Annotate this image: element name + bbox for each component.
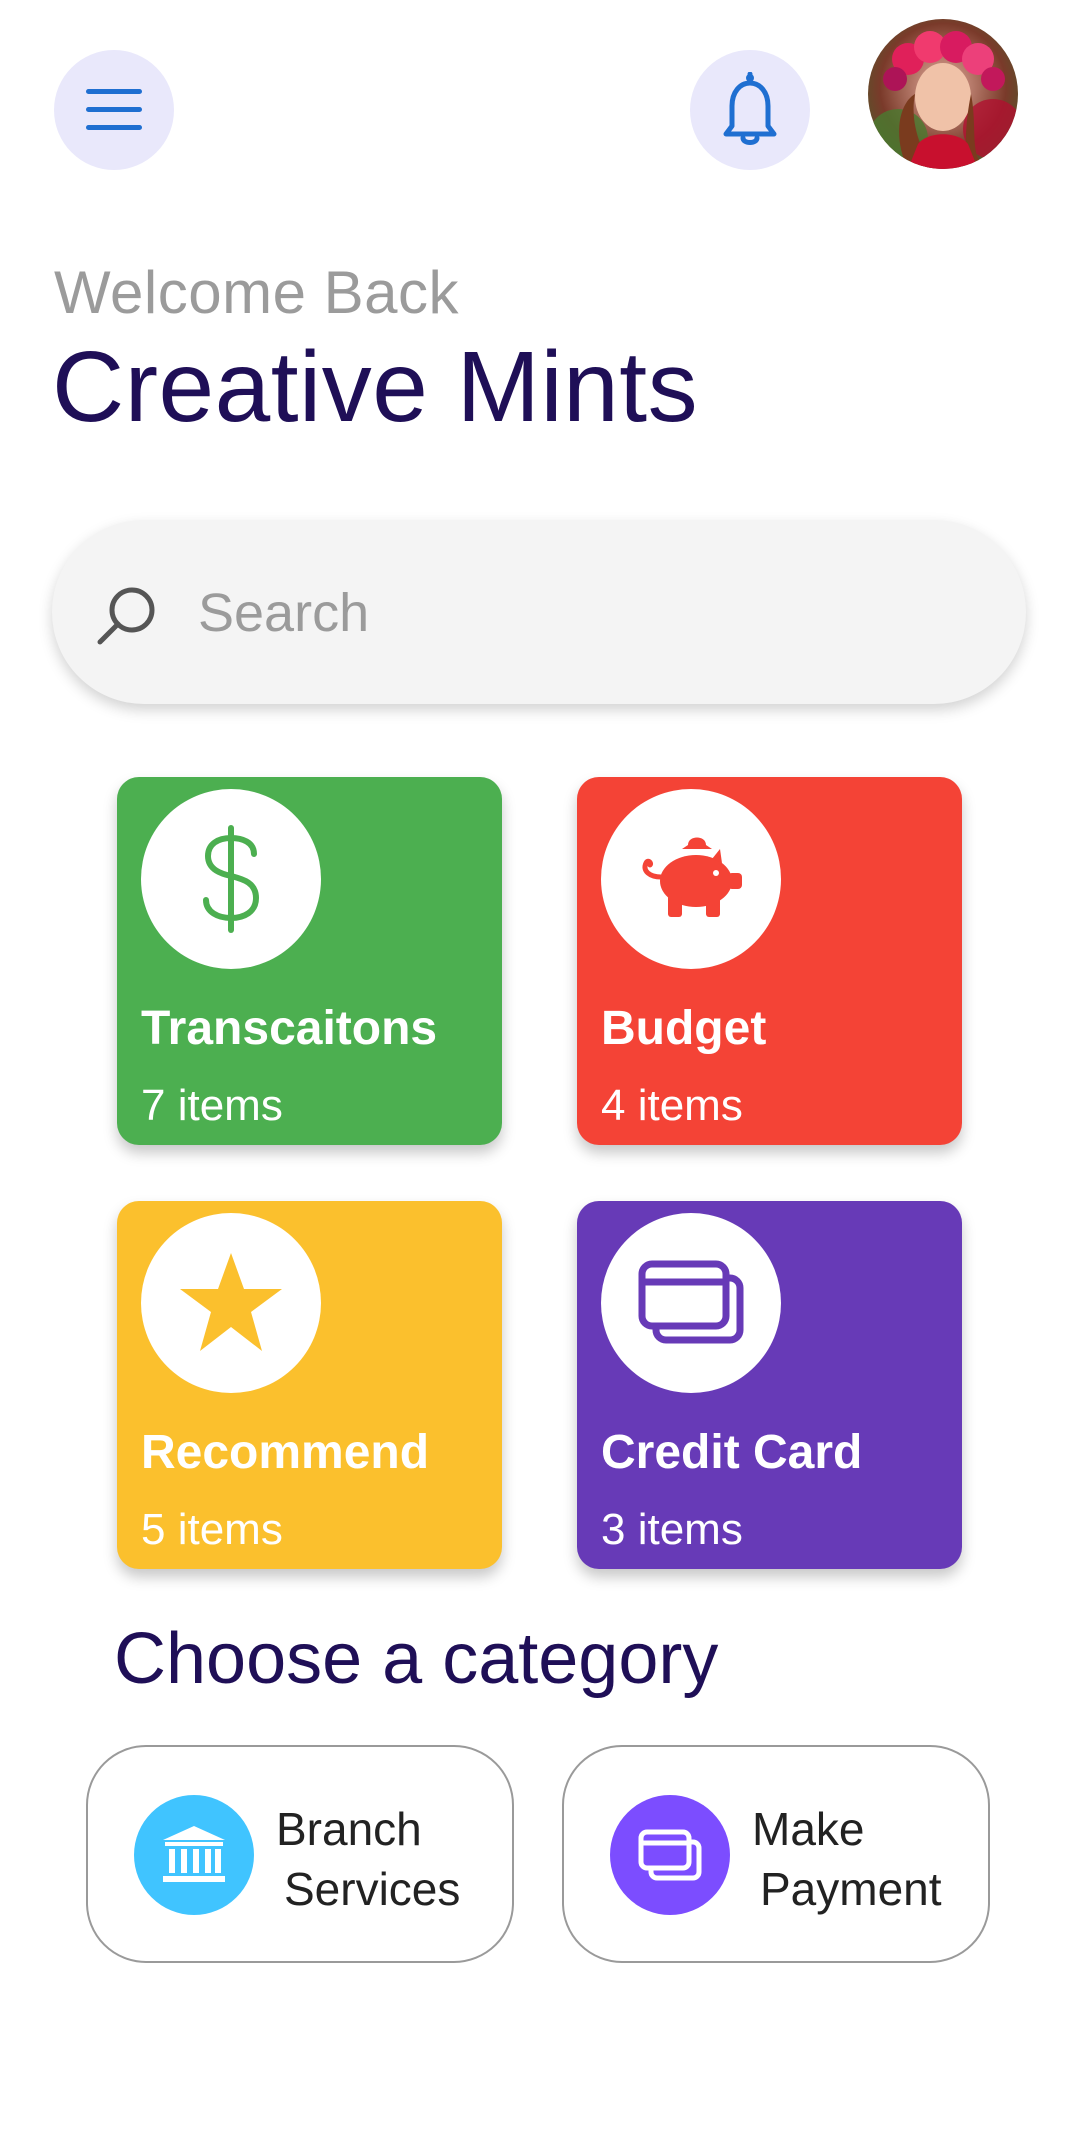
category-label-line1: Branch (276, 1803, 422, 1855)
tile-title: Transcaitons (141, 1002, 438, 1055)
piggy-bank-icon (642, 837, 742, 917)
search-icon (97, 587, 155, 645)
branch-services-button[interactable]: Branch Services (86, 1745, 514, 1963)
hamburger-menu-icon (86, 89, 142, 130)
tile-count: 4 items (601, 1081, 743, 1130)
tile-transactions[interactable]: Transcaitons 7 items (117, 777, 502, 1145)
category-label-line2: Services (284, 1863, 461, 1915)
tile-title: Credit Card (601, 1426, 863, 1479)
notification-button[interactable] (690, 50, 810, 170)
tile-budget[interactable]: Budget 4 items (577, 777, 962, 1145)
tile-icon-circle (141, 789, 321, 969)
tile-title: Budget (601, 1002, 767, 1055)
avatar[interactable] (868, 19, 1018, 169)
dollar-icon (203, 825, 260, 933)
tile-credit-card[interactable]: Credit Card 3 items (577, 1201, 962, 1569)
avatar-photo (868, 19, 1018, 169)
tile-icon-circle (601, 1213, 781, 1393)
bell-icon (723, 72, 777, 145)
tile-title: Recommend (141, 1426, 430, 1479)
make-payment-button[interactable]: Make Payment (562, 1745, 990, 1963)
category-label-line1: Make (752, 1803, 865, 1855)
star-icon (180, 1253, 282, 1351)
tile-count: 3 items (601, 1505, 743, 1554)
tile-count: 7 items (141, 1081, 283, 1130)
welcome-text: Welcome Back (54, 259, 460, 326)
tile-recommend[interactable]: Recommend 5 items (117, 1201, 502, 1569)
credit-card-icon (638, 1260, 744, 1344)
category-label: Branch Services (276, 1799, 460, 1919)
bank-icon (134, 1795, 254, 1915)
category-label: Make Payment (752, 1799, 942, 1919)
category-heading: Choose a category (114, 1619, 719, 1699)
user-name-heading: Creative Mints (52, 331, 699, 443)
tile-icon-circle (141, 1213, 321, 1393)
menu-button[interactable] (54, 50, 174, 170)
card-icon (610, 1795, 730, 1915)
tile-count: 5 items (141, 1505, 283, 1554)
search-bar[interactable] (52, 520, 1026, 704)
tile-icon-circle (601, 789, 781, 969)
category-label-line2: Payment (760, 1863, 942, 1915)
search-input[interactable] (196, 572, 960, 654)
